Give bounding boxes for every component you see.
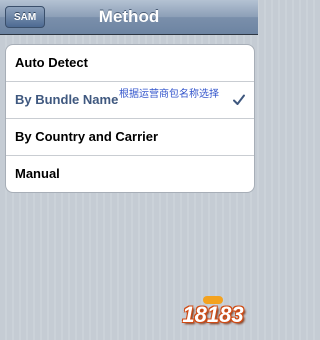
watermark-text: 18183 bbox=[182, 302, 244, 327]
option-label: Manual bbox=[15, 166, 60, 181]
site-watermark-logo: 18183 bbox=[170, 296, 256, 338]
option-manual[interactable]: Manual bbox=[6, 156, 254, 192]
option-by-country-and-carrier[interactable]: By Country and Carrier bbox=[6, 119, 254, 156]
option-label: By Bundle Name bbox=[15, 92, 119, 107]
option-auto-detect[interactable]: Auto Detect bbox=[6, 45, 254, 82]
navigation-bar: SAM Method bbox=[0, 0, 258, 35]
option-label: By Country and Carrier bbox=[15, 129, 159, 144]
checkmark-icon bbox=[233, 94, 245, 105]
page-title: Method bbox=[98, 7, 160, 26]
option-by-bundle-name[interactable]: By Bundle Name 根据运营商包名称选择 bbox=[6, 82, 254, 119]
annotation-text: 根据运营商包名称选择 bbox=[119, 89, 219, 100]
method-options-list: Auto Detect By Bundle Name 根据运营商包名称选择 By… bbox=[5, 44, 255, 193]
option-label: Auto Detect bbox=[15, 55, 88, 70]
